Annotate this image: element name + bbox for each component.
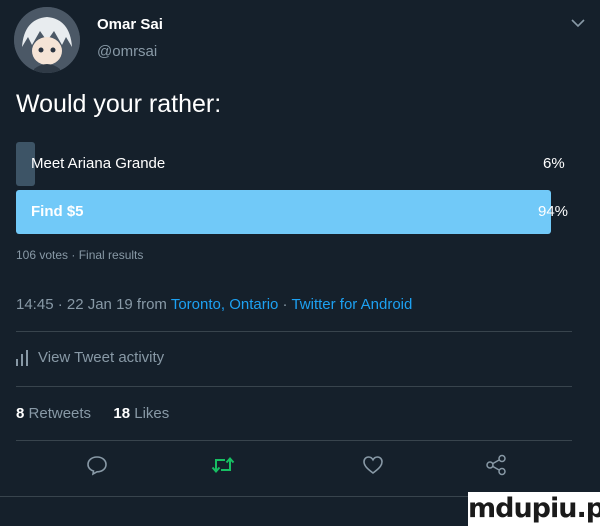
watermark: mdupiu.pl — [468, 492, 600, 526]
likes-count: 18 — [113, 405, 131, 422]
time-date: 14:45 · 22 Jan 19 from — [16, 296, 171, 313]
tweet-timestamp: 14:45 · 22 Jan 19 from Toronto, Ontario … — [16, 296, 412, 313]
retweets-label: Retweets — [28, 405, 92, 422]
likes-label: Likes — [134, 405, 170, 422]
author-name[interactable]: Omar Sai — [97, 16, 163, 33]
poll-option-percent: 6% — [543, 155, 565, 172]
reply-button[interactable] — [84, 452, 110, 478]
divider — [16, 440, 572, 441]
analytics-icon — [16, 349, 28, 366]
poll-option-1: Meet Ariana Grande 6% — [16, 142, 576, 186]
retweet-button[interactable] — [210, 452, 236, 478]
divider — [16, 386, 572, 387]
retweets-count: 8 — [16, 405, 25, 422]
location-link[interactable]: Toronto, Ontario — [171, 296, 279, 313]
tweet-text: Would your rather: — [16, 90, 222, 118]
reply-icon — [87, 456, 107, 476]
heart-icon — [363, 456, 383, 475]
poll-option-2: Find $5 94% — [16, 190, 576, 234]
view-tweet-activity[interactable]: View Tweet activity — [16, 349, 164, 366]
likes-stat[interactable]: 18 Likes — [113, 405, 169, 422]
retweets-stat[interactable]: 8 Retweets — [16, 405, 91, 422]
share-button[interactable] — [483, 452, 509, 478]
share-icon — [486, 454, 506, 476]
avatar[interactable] — [14, 7, 80, 73]
poll-bar — [16, 190, 551, 234]
activity-label: View Tweet activity — [38, 349, 165, 366]
source-link[interactable]: Twitter for Android — [291, 296, 412, 313]
like-button[interactable] — [360, 452, 386, 478]
poll-summary: 106 votes · Final results — [16, 248, 144, 262]
divider — [16, 331, 572, 332]
poll-option-label: Find $5 — [31, 203, 84, 220]
poll-option-label: Meet Ariana Grande — [31, 155, 166, 172]
retweet-icon — [211, 456, 235, 474]
poll-option-percent: 94% — [538, 203, 569, 220]
author-handle[interactable]: @omrsai — [97, 43, 157, 60]
separator: · — [278, 296, 292, 313]
engagement-stats: 8 Retweets 18 Likes — [16, 405, 169, 422]
chevron-down-icon[interactable] — [570, 16, 586, 28]
